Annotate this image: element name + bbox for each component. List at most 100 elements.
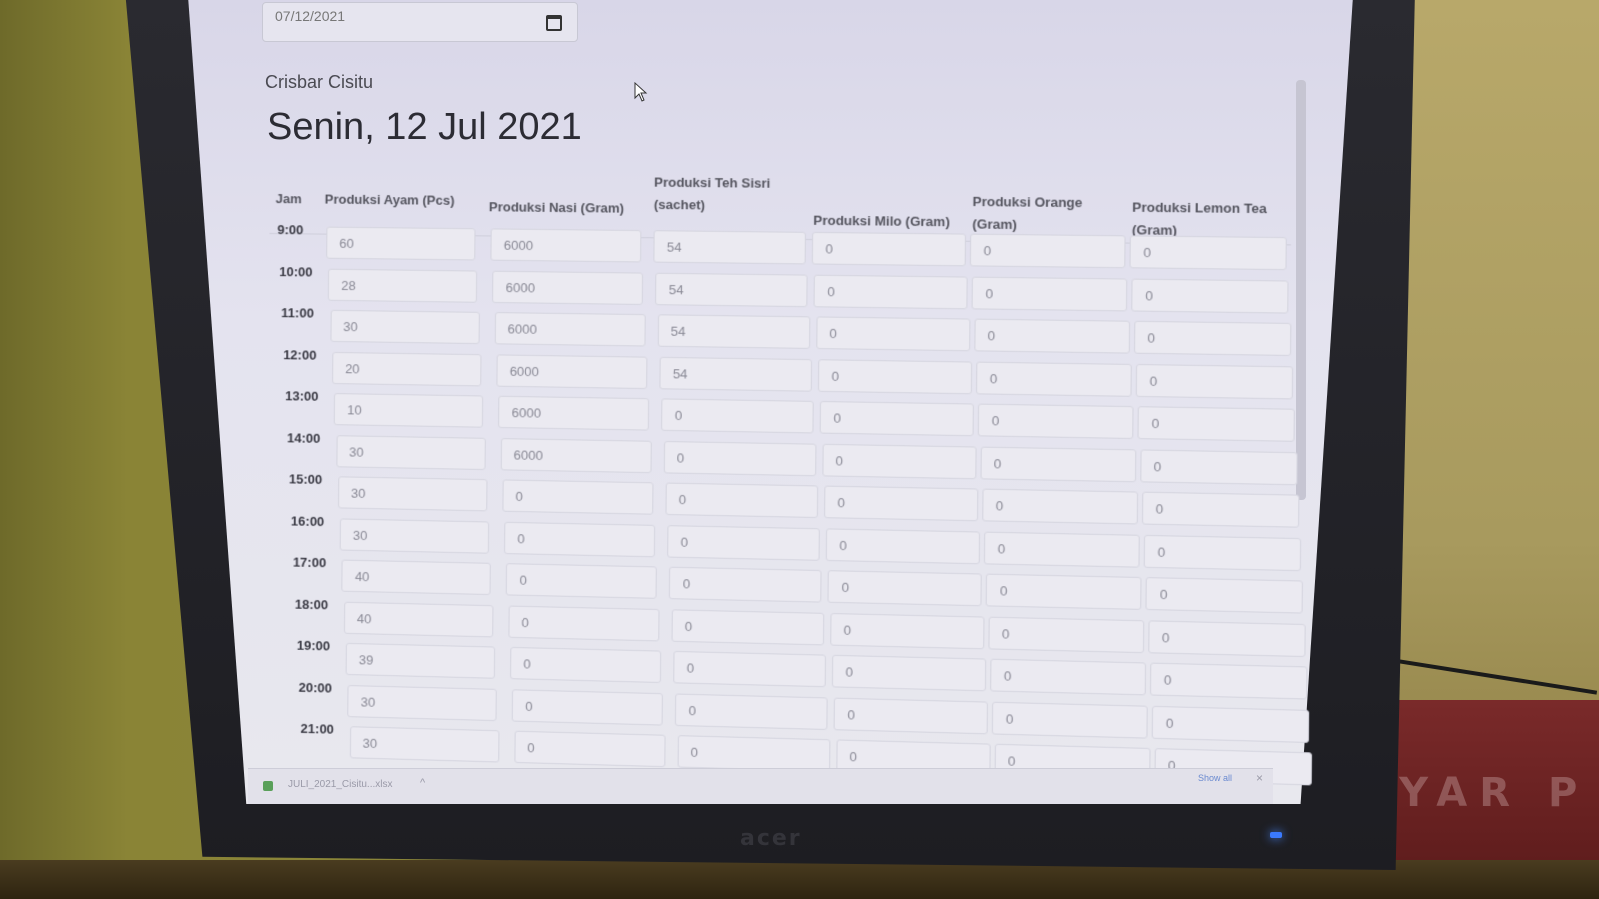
production-input[interactable]: 0	[992, 701, 1149, 739]
production-input[interactable]: 0	[823, 485, 979, 522]
production-input[interactable]: 0	[1143, 534, 1302, 571]
production-input[interactable]: 0	[1145, 577, 1304, 614]
production-input[interactable]: 0	[811, 231, 966, 267]
production-input[interactable]: 6000	[500, 437, 652, 473]
production-input[interactable]: 0	[1149, 662, 1308, 700]
production-input[interactable]: 6000	[494, 312, 646, 347]
production-input[interactable]: 0	[984, 531, 1140, 568]
production-input[interactable]: 40	[343, 601, 494, 637]
production-input[interactable]: 54	[657, 314, 810, 349]
row-time: 14:00	[287, 429, 321, 446]
production-input[interactable]: 28	[328, 268, 478, 303]
production-input[interactable]: 0	[1139, 448, 1298, 485]
production-input[interactable]: 0	[675, 693, 828, 730]
production-input[interactable]: 0	[819, 400, 975, 437]
production-input[interactable]: 0	[665, 482, 818, 519]
production-input[interactable]: 6000	[498, 395, 650, 431]
close-icon[interactable]: ×	[1256, 771, 1263, 785]
production-input[interactable]: 0	[829, 612, 985, 649]
production-input[interactable]: 6000	[492, 270, 644, 305]
production-input[interactable]: 0	[508, 605, 660, 641]
production-input[interactable]: 0	[677, 735, 830, 772]
production-input[interactable]: 0	[1137, 406, 1296, 442]
production-input[interactable]: 0	[1141, 491, 1300, 528]
production-input[interactable]: 0	[827, 570, 983, 607]
production-input[interactable]: 0	[815, 316, 971, 352]
production-input[interactable]: 0	[1147, 619, 1306, 657]
production-input[interactable]: 0	[667, 524, 820, 561]
date-input[interactable]: 07/12/2021	[262, 2, 578, 42]
production-input[interactable]: 30	[330, 309, 480, 345]
production-input[interactable]: 0	[663, 440, 816, 476]
header-ayam: Produksi Ayam (Pcs)	[324, 191, 455, 208]
production-input[interactable]: 30	[339, 517, 490, 554]
production-input[interactable]: 0	[512, 688, 664, 726]
page-title: Senin, 12 Jul 2021	[267, 106, 582, 148]
header-nasi: Produksi Nasi (Gram)	[488, 199, 625, 216]
production-input[interactable]: 0	[510, 646, 662, 684]
power-led	[1270, 832, 1282, 838]
production-input[interactable]: 0	[986, 573, 1142, 610]
row-time: 18:00	[294, 596, 329, 612]
production-input[interactable]: 0	[979, 446, 1136, 482]
production-input[interactable]: 0	[977, 403, 1134, 440]
production-input[interactable]: 40	[341, 559, 492, 596]
production-input[interactable]: 6000	[490, 228, 642, 263]
production-input[interactable]: 0	[673, 650, 826, 688]
production-input[interactable]: 20	[331, 351, 482, 386]
production-input[interactable]: 0	[813, 274, 968, 309]
production-input[interactable]: 30	[337, 476, 488, 512]
production-input[interactable]: 0	[671, 608, 824, 645]
excel-file-icon	[263, 781, 273, 791]
row-time: 10:00	[279, 263, 313, 280]
calendar-icon[interactable]	[546, 15, 562, 31]
production-input[interactable]: 0	[821, 443, 977, 479]
row-time: 16:00	[290, 512, 325, 529]
production-input[interactable]: 54	[659, 356, 812, 392]
production-input[interactable]: 0	[506, 563, 658, 599]
production-input[interactable]: 30	[349, 726, 500, 763]
header-jam: Jam	[275, 191, 302, 207]
production-input[interactable]: 39	[345, 642, 496, 679]
download-bar: JULI_2021_Cisitu...xlsx ^ Show all ×	[248, 768, 1273, 804]
production-input[interactable]: 0	[971, 276, 1128, 311]
production-input[interactable]: 0	[831, 654, 987, 692]
row-time: 12:00	[283, 346, 317, 363]
production-input[interactable]: 60	[326, 226, 476, 261]
production-input[interactable]: 0	[990, 658, 1147, 696]
production-table: Jam Produksi Ayam (Pcs) Produksi Nasi (G…	[265, 160, 1312, 789]
production-input[interactable]: 54	[655, 272, 808, 307]
production-input[interactable]: 30	[347, 684, 498, 721]
production-input[interactable]: 0	[504, 521, 656, 557]
production-input[interactable]: 0	[982, 488, 1138, 525]
production-input[interactable]: 0	[988, 616, 1144, 653]
production-input[interactable]: 0	[661, 398, 814, 434]
download-file-name[interactable]: JULI_2021_Cisitu...xlsx	[288, 779, 393, 790]
production-input[interactable]: 30	[335, 434, 486, 470]
production-input[interactable]: 0	[513, 730, 666, 768]
chevron-up-icon[interactable]: ^	[420, 777, 425, 789]
row-time: 19:00	[296, 637, 331, 654]
production-input[interactable]: 0	[1135, 363, 1293, 399]
production-input[interactable]: 0	[969, 233, 1126, 269]
production-input[interactable]: 54	[653, 230, 806, 265]
production-input[interactable]: 10	[333, 393, 484, 428]
production-input[interactable]: 6000	[496, 353, 648, 389]
production-input[interactable]: 0	[973, 318, 1130, 354]
production-input[interactable]: 0	[1133, 320, 1291, 356]
production-input[interactable]: 0	[669, 566, 822, 603]
location-label: Crisbar Cisitu	[265, 72, 374, 92]
production-input[interactable]: 0	[833, 697, 989, 734]
production-input[interactable]: 0	[975, 361, 1132, 397]
production-input[interactable]: 0	[1131, 278, 1289, 314]
row-time: 17:00	[292, 554, 327, 571]
mouse-cursor-icon	[634, 82, 648, 102]
monitor-logo: acer	[740, 826, 802, 851]
production-input[interactable]: 0	[1152, 705, 1310, 743]
production-input[interactable]: 0	[502, 479, 654, 515]
production-input[interactable]: 0	[817, 358, 973, 394]
production-input[interactable]: 0	[1129, 235, 1287, 271]
production-input[interactable]: 0	[825, 527, 981, 564]
show-all-link[interactable]: Show all	[1198, 773, 1232, 783]
row-time: 13:00	[285, 388, 319, 404]
